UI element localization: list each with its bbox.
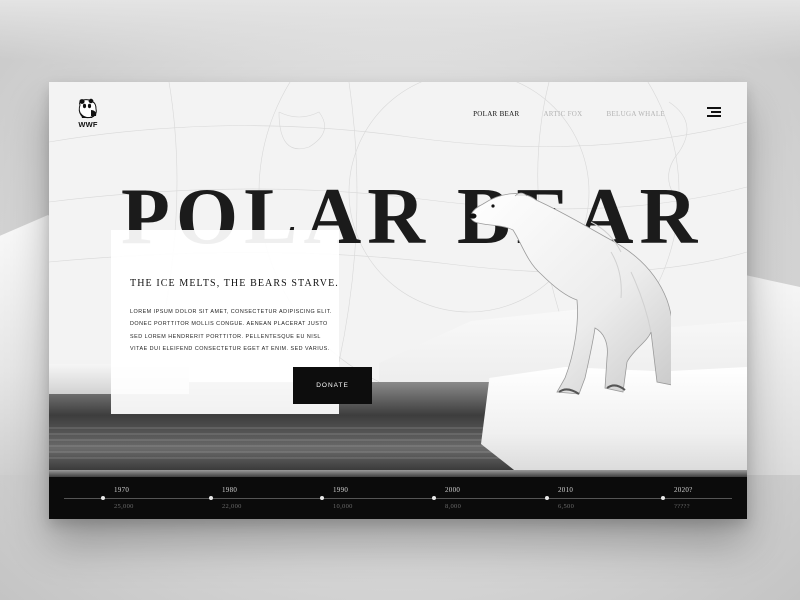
timeline-dot (545, 496, 549, 500)
timeline-dot (661, 496, 665, 500)
timeline-dot (320, 496, 324, 500)
logo-text: WWF (78, 120, 98, 129)
timeline-year: 1980 (222, 486, 238, 494)
hero-card: WWF POLAR BEAR ARTIC FOX BELUGA WHALE PO… (49, 82, 747, 519)
wwf-logo[interactable]: WWF (75, 97, 101, 129)
timeline-count: ????? (674, 503, 690, 510)
timeline-count: 25,000 (114, 503, 134, 510)
hamburger-menu-icon[interactable] (707, 107, 721, 119)
timeline-year: 2020? (674, 486, 693, 494)
timeline-year: 1990 (333, 486, 349, 494)
timeline-count: 10,000 (333, 503, 353, 510)
timeline-year: 2000 (445, 486, 461, 494)
timeline-year: 1970 (114, 486, 130, 494)
top-nav: POLAR BEAR ARTIC FOX BELUGA WHALE (473, 110, 665, 118)
nav-item-artic-fox[interactable]: ARTIC FOX (543, 110, 582, 118)
timeline-year: 2010 (558, 486, 574, 494)
polar-bear-image (469, 192, 671, 395)
body-text: LOREM IPSUM DOLOR SIT AMET, CONSECTETUR … (130, 309, 332, 353)
panda-icon (78, 98, 97, 119)
donate-button[interactable]: DONATE (293, 367, 372, 404)
timeline-dot (101, 496, 105, 500)
water-ripples (49, 427, 529, 462)
population-timeline: 1970 25,000 1980 22,000 1990 10,000 2000… (49, 477, 747, 519)
background-sky (0, 0, 800, 60)
tagline: THE ICE MELTS, THE BEARS STARVE. (130, 278, 339, 289)
timeline-dot (432, 496, 436, 500)
timeline-count: 6,500 (558, 503, 575, 510)
timeline-count: 22,000 (222, 503, 242, 510)
timeline-line (64, 498, 732, 499)
timeline-count: 8,000 (445, 503, 462, 510)
nav-item-polar-bear[interactable]: POLAR BEAR (473, 110, 519, 118)
nav-item-beluga-whale[interactable]: BELUGA WHALE (607, 110, 666, 118)
timeline-dot (209, 496, 213, 500)
